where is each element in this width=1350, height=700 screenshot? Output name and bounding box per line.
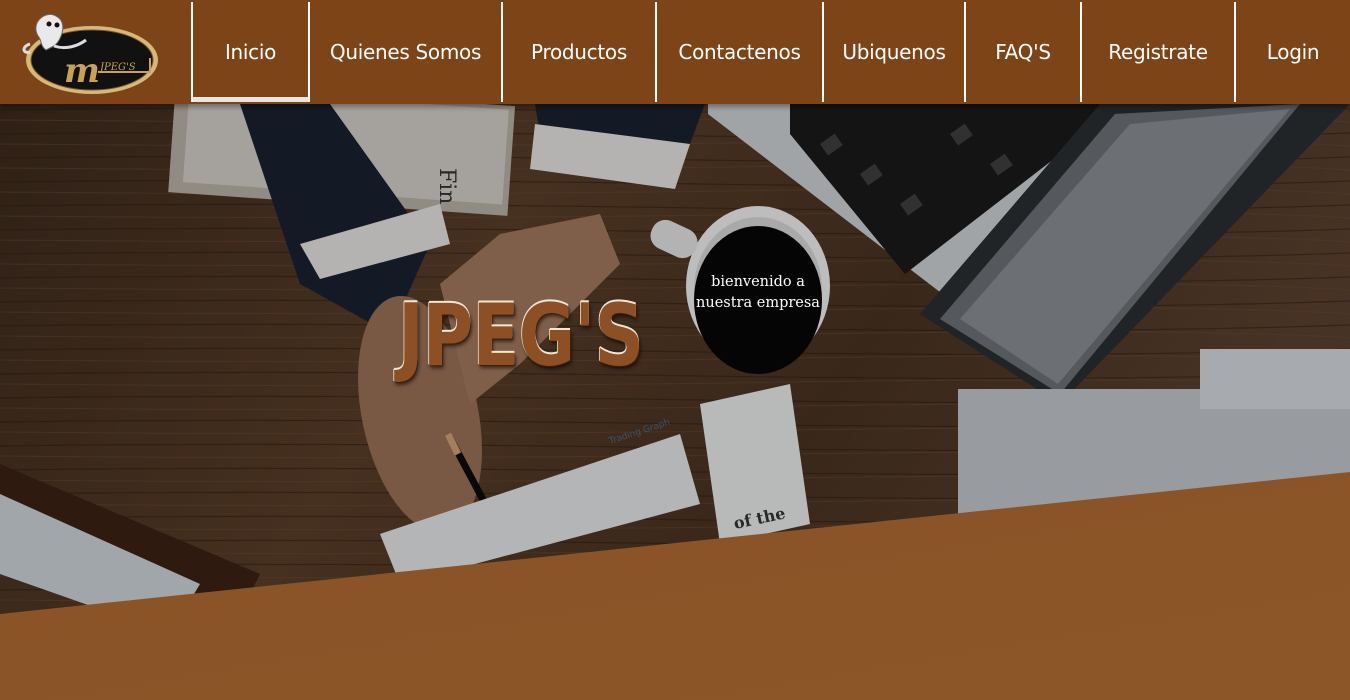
nav-item-ubiquenos[interactable]: Ubiquenos bbox=[824, 2, 966, 102]
welcome-line-1: bienvenido a bbox=[711, 274, 805, 290]
nav-item-registrate[interactable]: Registrate bbox=[1082, 2, 1236, 102]
nav-item-label: Quienes Somos bbox=[329, 40, 482, 64]
nav-item-quienes-somos[interactable]: Quienes Somos bbox=[310, 2, 503, 102]
nav-item-label: Ubiquenos bbox=[842, 40, 946, 64]
nav-item-inicio[interactable]: Inicio bbox=[193, 2, 310, 102]
logo[interactable]: m JPEG'S bbox=[16, 6, 164, 98]
svg-text:m: m bbox=[64, 51, 100, 91]
nav-item-label: Productos bbox=[531, 40, 627, 64]
nav-item-label: FAQ'S bbox=[995, 40, 1051, 64]
nav-item-login[interactable]: Login bbox=[1236, 2, 1350, 102]
navbar: m JPEG'S Inicio Quienes Somos Productos … bbox=[0, 0, 1350, 104]
nav-item-label: Inicio bbox=[224, 40, 277, 64]
nav-item-label: Registrate bbox=[1108, 40, 1208, 64]
nav-item-label: Contactenos bbox=[678, 40, 801, 64]
nav-item-label: Login bbox=[1266, 40, 1320, 64]
hero-background-image: Fin Trading Graph of the bbox=[0, 104, 1350, 700]
welcome-line-2: nuestra empresa bbox=[696, 295, 820, 311]
nav-item-productos[interactable]: Productos bbox=[503, 2, 657, 102]
welcome-bubble: bienvenido a nuestra empresa bbox=[694, 226, 822, 374]
main-nav: Inicio Quienes Somos Productos Contacten… bbox=[191, 2, 1350, 102]
nav-item-contactenos[interactable]: Contactenos bbox=[657, 2, 824, 102]
hero-title: JPEG'S bbox=[398, 286, 644, 386]
nav-item-faqs[interactable]: FAQ'S bbox=[966, 2, 1082, 102]
hero-section: Fin Trading Graph of the JPEG'S bienveni… bbox=[0, 104, 1350, 700]
